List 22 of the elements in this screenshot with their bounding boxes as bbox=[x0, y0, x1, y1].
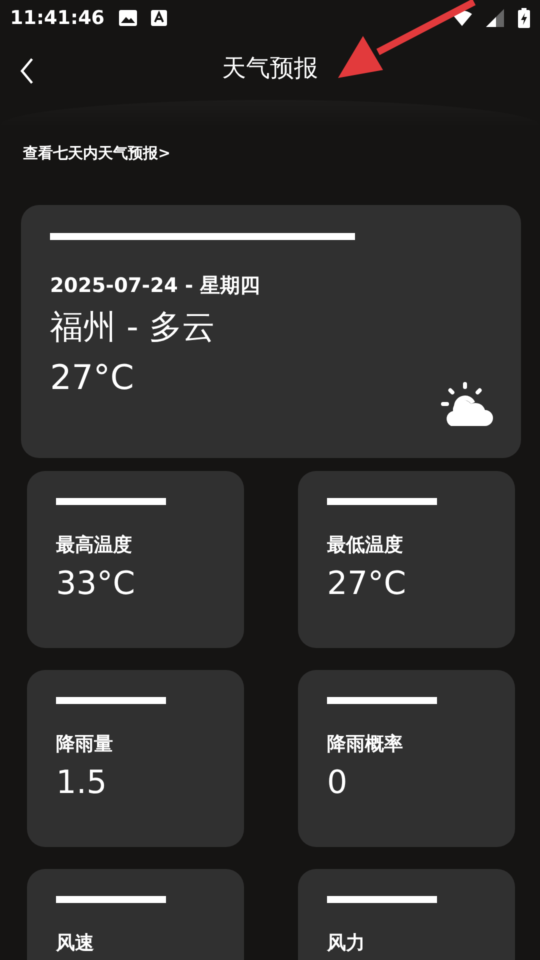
metric-label: 风力 bbox=[327, 931, 366, 956]
wifi-icon bbox=[452, 10, 472, 26]
forecast-link[interactable]: 查看七天内天气预报> bbox=[23, 144, 171, 163]
metric-label: 降雨量 bbox=[56, 732, 114, 757]
image-icon bbox=[118, 10, 137, 26]
status-time: 11:41:46 bbox=[10, 7, 105, 29]
metric-value: 27°C bbox=[327, 564, 408, 602]
metric-value: 33°C bbox=[56, 564, 136, 602]
battery-icon bbox=[518, 8, 530, 28]
signal-icon bbox=[486, 9, 504, 27]
page-title: 天气预报 bbox=[222, 53, 318, 84]
font-icon bbox=[150, 10, 167, 26]
date-text: 2025-07-24 - 星期四 bbox=[50, 272, 262, 299]
temperature: 27°C bbox=[50, 358, 136, 398]
metric-value: 1.5 bbox=[56, 763, 108, 801]
metric-label: 最高温度 bbox=[56, 533, 133, 558]
city-weather: 福州 - 多云 bbox=[50, 306, 216, 348]
sun-cloud-icon bbox=[441, 382, 493, 428]
metric-label: 降雨概率 bbox=[327, 732, 404, 757]
metric-label: 最低温度 bbox=[327, 533, 404, 558]
metric-value: 0 bbox=[327, 763, 348, 801]
metric-label: 风速 bbox=[56, 931, 95, 956]
